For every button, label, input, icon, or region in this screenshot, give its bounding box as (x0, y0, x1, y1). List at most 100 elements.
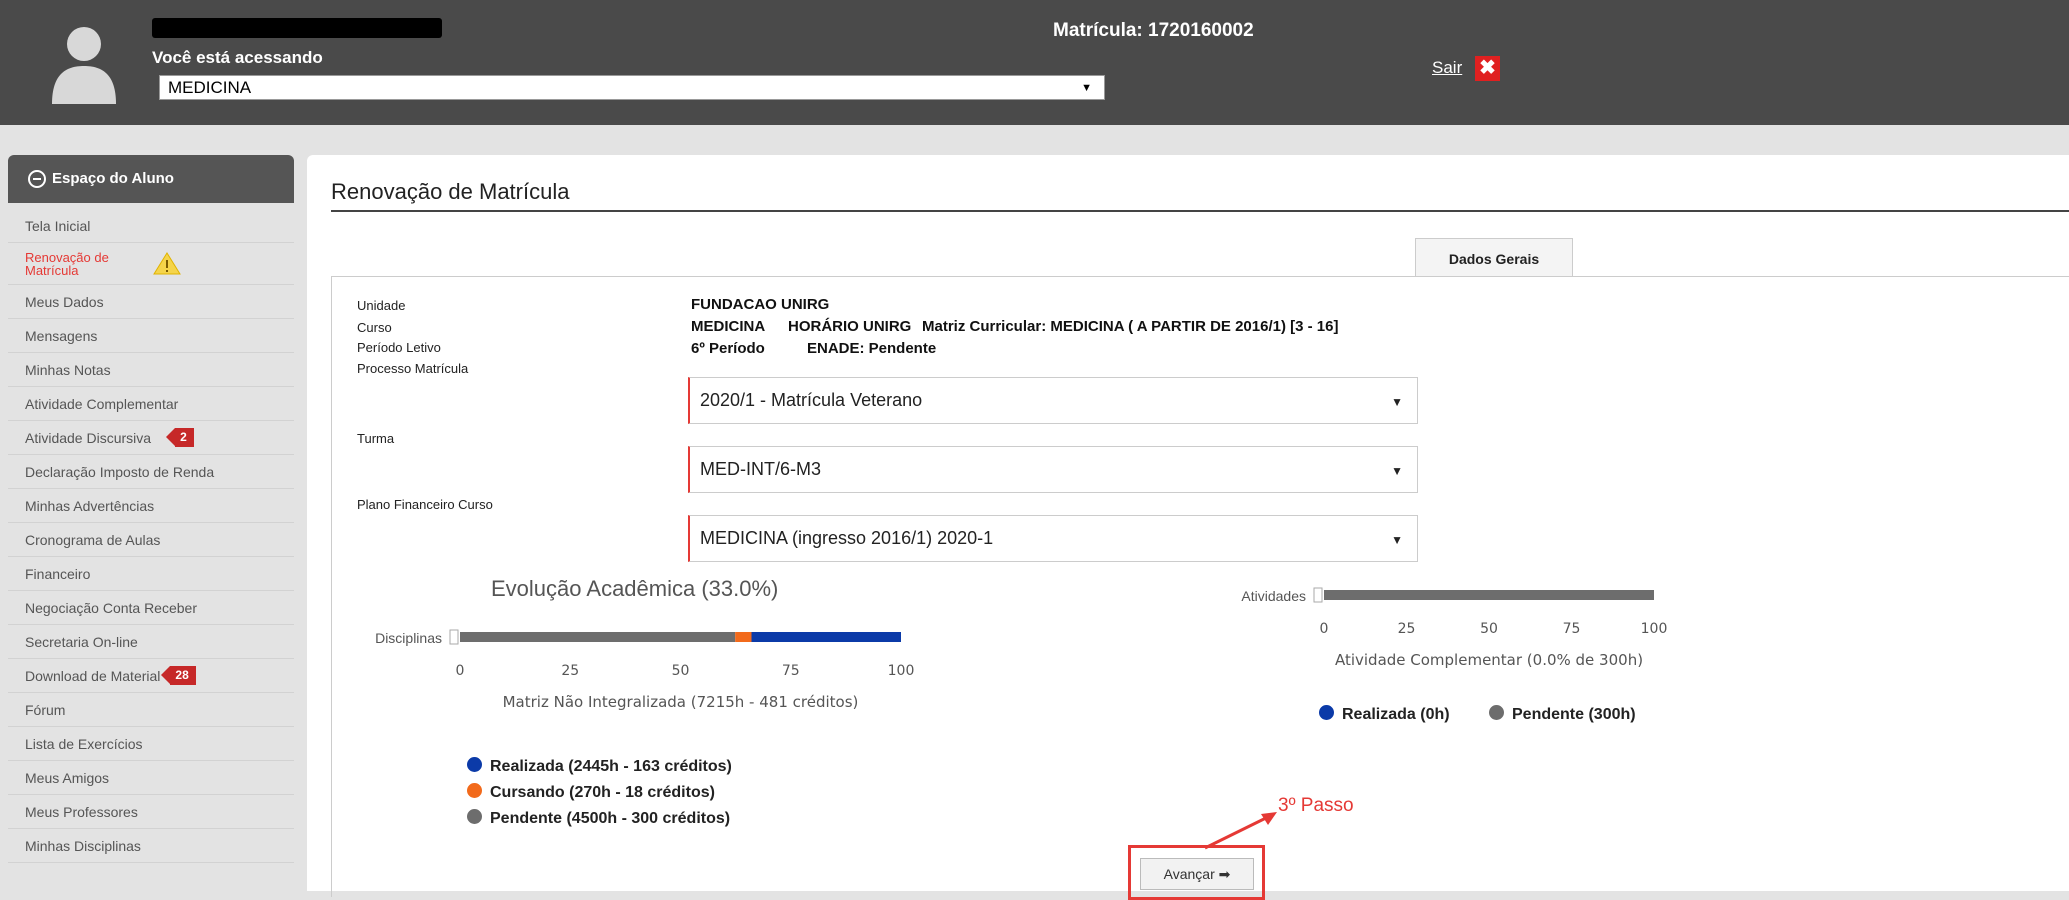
legend-label: Pendente (4500h - 300 créditos) (490, 810, 731, 827)
sidebar-item-label: Atividade Discursiva (25, 429, 152, 446)
sidebar-item-label: Lista de Exercícios (25, 735, 143, 752)
tick-label: 25 (561, 663, 579, 679)
periodo-label: Período Letivo (357, 340, 441, 355)
sidebar-item-minhas-advertencias[interactable]: Minhas Advertências (8, 489, 294, 523)
curso-value: MEDICINA (691, 318, 766, 335)
legend-dot-pendente (467, 809, 482, 824)
sidebar-menu: Tela Inicial Renovação de Matrícula Meus… (8, 209, 294, 863)
category-label: Disciplinas (375, 630, 442, 646)
matriz-value: Matriz Curricular: MEDICINA ( A PARTIR D… (922, 318, 1339, 335)
sidebar-item-atividade-complementar[interactable]: Atividade Complementar (8, 387, 294, 421)
sidebar-item-label: Declaração Imposto de Renda (25, 463, 215, 480)
plano-select-value: MEDICINA (ingresso 2016/1) 2020-1 (700, 528, 994, 548)
sidebar-item-label: Minhas Disciplinas (25, 837, 141, 854)
legend-pendente-ac: Pendente (300h) (1489, 705, 1636, 724)
sidebar-item-tela-inicial[interactable]: Tela Inicial (8, 209, 294, 243)
bar-segment-cursando (735, 632, 752, 642)
chart-title: Evolução Acadêmica (33.0%) (491, 576, 779, 601)
tick-label: 0 (1320, 621, 1329, 637)
processo-label: Processo Matrícula (357, 361, 469, 376)
step-annotation: 3º Passo (1278, 795, 1354, 816)
processo-select-value: 2020/1 - Matrícula Veterano (700, 390, 923, 410)
bar-segment-pendente (1324, 590, 1654, 600)
logout-link[interactable]: Sair (1432, 58, 1462, 78)
sidebar-item-mensagens[interactable]: Mensagens (8, 319, 294, 353)
main-panel: Renovação de Matrícula Dados Gerais Unid… (307, 155, 2069, 897)
close-icon[interactable]: ✖ (1475, 56, 1500, 81)
dropdown-arrow-icon: ▼ (1391, 395, 1403, 409)
tick-label: 50 (672, 663, 690, 679)
horario-value: HORÁRIO UNIRG (788, 318, 912, 335)
plano-select[interactable]: MEDICINA (ingresso 2016/1) 2020-1 ▼ (688, 515, 1418, 562)
tick-label: 75 (1563, 621, 1581, 637)
sidebar-item-secretaria[interactable]: Secretaria On-line (8, 625, 294, 659)
plano-label: Plano Financeiro Curso (357, 497, 493, 512)
dropdown-arrow-icon: ▼ (1081, 82, 1092, 94)
turma-label: Turma (357, 431, 395, 446)
sidebar-item-declaracao-ir[interactable]: Declaração Imposto de Renda (8, 455, 294, 489)
complementary-activity-chart: Atividades 0 25 50 75 100 Atividade Complement… (1241, 587, 1667, 669)
bar-segment-pendente (460, 632, 736, 642)
category-label: Atividades (1241, 588, 1306, 604)
sidebar-title: Espaço do Aluno (52, 170, 174, 187)
legend-dot-realizada (467, 757, 482, 772)
sidebar-item-download-material[interactable]: Download de Material 28 (8, 659, 294, 693)
legend-realizada-ac: Realizada (0h) (1319, 705, 1450, 724)
dropdown-arrow-icon: ▼ (1391, 464, 1403, 478)
arrow-right-icon: ➡ (1218, 866, 1231, 882)
curso-label: Curso (357, 320, 392, 335)
tick-label: 50 (1480, 621, 1498, 637)
sidebar-item-meus-amigos[interactable]: Meus Amigos (8, 761, 294, 795)
sidebar-item-renovacao-matricula[interactable]: Renovação de Matrícula (8, 243, 294, 285)
academic-evolution-chart: Disciplinas 0 25 50 75 100 Matriz Não Integral… (375, 629, 915, 711)
collapse-icon[interactable] (28, 170, 46, 188)
tab-dados-gerais[interactable]: Dados Gerais (1415, 238, 1573, 276)
sidebar-item-meus-professores[interactable]: Meus Professores (8, 795, 294, 829)
processo-select[interactable]: 2020/1 - Matrícula Veterano ▼ (688, 377, 1418, 424)
next-button[interactable]: Avançar ➡ (1140, 858, 1254, 890)
legend-dot-realizada (1319, 705, 1334, 720)
matricula-number: Matrícula: 1720160002 (1053, 20, 1254, 41)
turma-select[interactable]: MED-INT/6-M3 ▼ (688, 446, 1418, 493)
bar-segment-realizada (751, 632, 901, 642)
sidebar-item-label: Negociação Conta Receber (25, 599, 197, 616)
legend-label: Realizada (2445h - 163 créditos) (490, 758, 732, 775)
sidebar-item-label: Download de Material (25, 667, 161, 684)
legend-label: Cursando (270h - 18 créditos) (490, 784, 715, 801)
sidebar-item-label: Meus Dados (25, 293, 104, 310)
sidebar-item-label: Mensagens (25, 327, 98, 344)
sidebar-item-minhas-disciplinas[interactable]: Minhas Disciplinas (8, 829, 294, 863)
legend-cursando: Cursando (270h - 18 créditos) (467, 783, 715, 802)
sidebar-item-label: Renovação de Matrícula (25, 249, 109, 278)
dropdown-arrow-icon: ▼ (1391, 533, 1403, 547)
sidebar-item-label: Tela Inicial (25, 217, 91, 234)
sidebar-item-label: Financeiro (25, 565, 91, 582)
sidebar-item-forum[interactable]: Fórum (8, 693, 294, 727)
sidebar-item-minhas-notas[interactable]: Minhas Notas (8, 353, 294, 387)
page-title: Renovação de Matrícula (331, 179, 570, 204)
legend-dot-cursando (467, 783, 482, 798)
course-select[interactable]: MEDICINA ▼ (159, 75, 1105, 100)
user-avatar-icon (52, 27, 116, 104)
sidebar-item-lista-exercicios[interactable]: Lista de Exercícios (8, 727, 294, 761)
sidebar-item-cronograma-aulas[interactable]: Cronograma de Aulas (8, 523, 294, 557)
sidebar-item-label: Minhas Notas (25, 361, 111, 378)
divider (331, 210, 2069, 212)
unidade-label: Unidade (357, 298, 406, 313)
sidebar-item-label: Meus Amigos (25, 769, 110, 786)
course-select-value: MEDICINA (168, 78, 252, 97)
sidebar-item-label: Fórum (25, 701, 66, 718)
axis-label: Atividade Complementar (0.0% de 300h) (1335, 651, 1643, 669)
sidebar-item-label: Minhas Advertências (25, 497, 155, 514)
sidebar-header[interactable]: Espaço do Aluno (8, 155, 294, 203)
tick-label: 100 (888, 663, 915, 679)
sidebar-item-financeiro[interactable]: Financeiro (8, 557, 294, 591)
turma-select-value: MED-INT/6-M3 (700, 459, 821, 479)
sidebar-item-meus-dados[interactable]: Meus Dados (8, 285, 294, 319)
tick-label: 0 (456, 663, 465, 679)
access-label: Você está acessando (152, 48, 323, 67)
sidebar-item-atividade-discursiva[interactable]: Atividade Discursiva 2 (8, 421, 294, 455)
sidebar-item-negociacao[interactable]: Negociação Conta Receber (8, 591, 294, 625)
notification-badge: 2 (166, 428, 194, 447)
legend-pendente: Pendente (4500h - 300 créditos) (467, 809, 730, 828)
